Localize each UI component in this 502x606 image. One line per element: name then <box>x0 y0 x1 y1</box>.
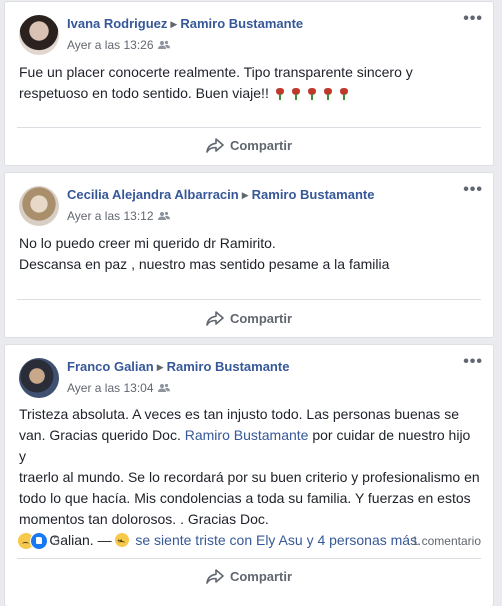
post-header: Franco Galian ▶ Ramiro Bustamante <box>67 359 289 374</box>
post-text-line: Tristeza absoluta. A veces es tan injust… <box>19 406 459 422</box>
timestamp-link[interactable]: Ayer a las 13:26 <box>67 38 154 52</box>
post-body: Tristeza absoluta. A veces es tan injust… <box>19 404 481 552</box>
post-card: Ivana Rodriguez ▶ Ramiro Bustamante Ayer a… <box>4 1 494 166</box>
post-text-line: todo lo que hacía. Mis condolencias a to… <box>19 490 471 506</box>
timestamp-link[interactable]: Ayer a las 13:04 <box>67 381 154 395</box>
divider <box>17 558 481 559</box>
post-body: Fue un placer conocerte realmente. Tipo … <box>19 62 481 106</box>
post-header: Ivana Rodriguez ▶ Ramiro Bustamante <box>67 16 303 31</box>
post-text-line: respetuoso en todo sentido. Buen viaje!! <box>19 83 481 106</box>
post-text-line: traerlo al mundo. Se lo recordará por su… <box>19 469 480 485</box>
avatar[interactable] <box>19 358 59 398</box>
recipient-link[interactable]: Ramiro Bustamante <box>252 187 375 202</box>
arrow-right-icon: ▶ <box>156 362 164 372</box>
avatar[interactable] <box>19 15 59 55</box>
more-options-icon[interactable]: ••• <box>463 11 483 27</box>
share-button[interactable]: Compartir <box>5 136 493 156</box>
friends-icon <box>157 210 170 220</box>
share-button[interactable]: Compartir <box>5 309 493 329</box>
mention-link[interactable]: Ramiro Bustamante <box>185 427 309 443</box>
post-text-line: Descansa en paz , nuestro mas sentido pe… <box>19 256 390 272</box>
share-label: Compartir <box>229 311 293 326</box>
like-reaction-icon <box>30 532 48 550</box>
post-text-line: No lo puedo creer mi querido dr Ramirito… <box>19 235 276 251</box>
recipient-link[interactable]: Ramiro Bustamante <box>167 359 290 374</box>
post-card: Franco Galian ▶ Ramiro Bustamante Ayer a l… <box>4 344 494 606</box>
post-meta: Ayer a las 13:26 <box>67 38 170 52</box>
post-meta: Ayer a las 13:12 <box>67 209 170 223</box>
friends-icon <box>157 39 170 49</box>
share-icon <box>206 569 224 584</box>
divider <box>17 299 481 300</box>
reactions-summary[interactable]: 3 <box>17 532 60 550</box>
avatar[interactable] <box>19 186 59 226</box>
timestamp-link[interactable]: Ayer a las 13:12 <box>67 209 154 223</box>
sad-face-icon <box>115 531 130 552</box>
comments-count-link[interactable]: 1 comentario <box>412 534 481 548</box>
share-label: Compartir <box>229 569 293 584</box>
post-text-line: momentos tan dolorosos. . Gracias Doc. <box>19 511 269 527</box>
share-icon <box>206 138 224 153</box>
rose-icon <box>269 85 349 106</box>
arrow-right-icon: ▶ <box>241 190 249 200</box>
author-link[interactable]: Ivana Rodriguez <box>67 16 167 31</box>
post-card: Cecilia Alejandra Albarracin ▶ Ramiro Bust… <box>4 172 494 338</box>
share-label: Compartir <box>229 138 293 153</box>
reaction-count: 3 <box>53 534 60 548</box>
friends-icon <box>157 382 170 392</box>
share-button[interactable]: Compartir <box>5 567 493 587</box>
author-link[interactable]: Franco Galian <box>67 359 154 374</box>
post-text-line: Fue un placer conocerte realmente. Tipo … <box>19 64 413 80</box>
post-text-line: van. Gracias querido Doc. Ramiro Bustama… <box>19 427 471 464</box>
share-icon <box>206 311 224 326</box>
arrow-right-icon: ▶ <box>170 19 178 29</box>
divider <box>17 127 481 128</box>
post-header: Cecilia Alejandra Albarracin ▶ Ramiro Bust… <box>67 187 374 202</box>
more-options-icon[interactable]: ••• <box>463 182 483 198</box>
post-body: No lo puedo creer mi querido dr Ramirito… <box>19 233 481 275</box>
recipient-link[interactable]: Ramiro Bustamante <box>180 16 303 31</box>
post-meta: Ayer a las 13:04 <box>67 381 170 395</box>
author-link[interactable]: Cecilia Alejandra Albarracin <box>67 187 239 202</box>
more-options-icon[interactable]: ••• <box>463 354 483 370</box>
feeling-link[interactable]: se siente triste con Ely Asu y 4 persona… <box>135 532 421 548</box>
